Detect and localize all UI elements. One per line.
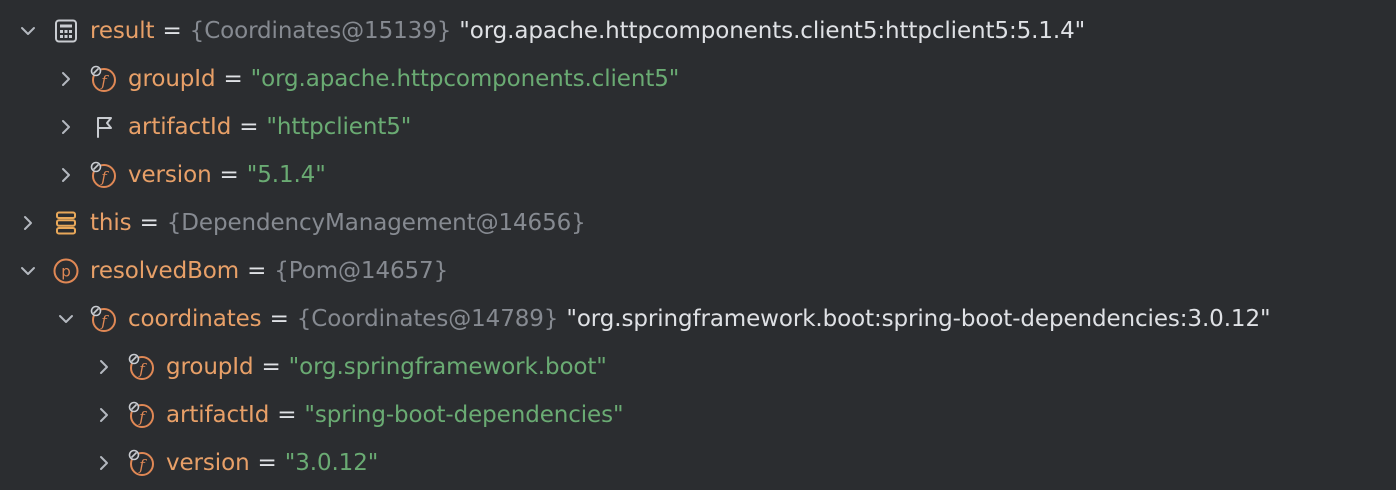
equals-sign: = [223,66,243,92]
tree-row-version[interactable]: f version = "5.1.4" [0,151,1396,199]
tree-row-this[interactable]: this = {DependencyManagement@14656} [0,199,1396,247]
equals-sign: = [139,210,159,236]
variable-name: this [90,210,132,236]
variable-type: {Pom@14657} [274,258,449,284]
variable-name: version [128,162,212,188]
variable-value: "5.1.4" [246,162,326,188]
variable-name: coordinates [128,306,262,332]
variable-value: "httpclient5" [266,114,412,140]
svg-text:f: f [138,408,147,426]
variable-type: {Coordinates@14789} [296,306,559,332]
svg-text:f: f [100,72,109,90]
variable-name: artifactId [166,402,270,428]
equals-sign: = [269,306,289,332]
variable-value: "org.springframework.boot:spring-boot-de… [566,306,1271,332]
svg-text:f: f [138,456,147,474]
equals-sign: = [257,450,277,476]
chevron-right-icon[interactable] [56,69,76,89]
variable-type: {DependencyManagement@14656} [166,210,586,236]
svg-text:f: f [100,168,109,186]
variable-name: version [166,450,250,476]
svg-text:f: f [138,360,147,378]
chevron-down-icon[interactable] [18,21,38,41]
tree-row-version-nested[interactable]: f version = "3.0.12" [0,439,1396,487]
variable-value: "org.apache.httpcomponents.client5" [250,66,680,92]
final-field-icon: f [90,65,118,93]
svg-text:p: p [61,263,70,281]
tree-row-artifactid-nested[interactable]: f artifactId = "spring-boot-dependencies… [0,391,1396,439]
equals-sign: = [277,402,297,428]
variable-value: "org.springframework.boot" [288,354,607,380]
variable-name: resolvedBom [90,258,240,284]
final-field-icon: f [90,305,118,333]
final-field-icon: f [128,353,156,381]
chevron-right-icon[interactable] [56,117,76,137]
chevron-right-icon[interactable] [94,405,114,425]
svg-text:f: f [100,312,109,330]
chevron-down-icon[interactable] [18,261,38,281]
stack-icon [52,209,80,237]
variable-name: groupId [166,354,254,380]
tree-row-coordinates[interactable]: f coordinates = {Coordinates@14789} "org… [0,295,1396,343]
chevron-down-icon[interactable] [56,309,76,329]
chevron-right-icon[interactable] [18,213,38,233]
variable-name: result [90,18,155,44]
final-field-icon: f [128,449,156,477]
equals-sign: = [219,162,239,188]
tree-row-result[interactable]: result = {Coordinates@15139} "org.apache… [0,7,1396,55]
flag-icon [90,113,118,141]
equals-sign: = [162,18,182,44]
chevron-right-icon[interactable] [94,453,114,473]
debugger-variables-tree: result = {Coordinates@15139} "org.apache… [0,0,1396,490]
final-field-icon: f [90,161,118,189]
tree-row-groupid-nested[interactable]: f groupId = "org.springframework.boot" [0,343,1396,391]
variable-value: "spring-boot-dependencies" [304,402,624,428]
tree-row-artifactid[interactable]: artifactId = "httpclient5" [0,103,1396,151]
calculator-icon [52,17,80,45]
chevron-right-icon[interactable] [94,357,114,377]
final-field-icon: f [128,401,156,429]
variable-value: "3.0.12" [284,450,379,476]
property-icon: p [52,257,80,285]
equals-sign: = [239,114,259,140]
variable-name: artifactId [128,114,232,140]
variable-name: groupId [128,66,216,92]
tree-row-groupid[interactable]: f groupId = "org.apache.httpcomponents.c… [0,55,1396,103]
equals-sign: = [247,258,267,284]
equals-sign: = [261,354,281,380]
tree-row-resolvedbom[interactable]: p resolvedBom = {Pom@14657} [0,247,1396,295]
variable-value: "org.apache.httpcomponents.client5:httpc… [459,18,1086,44]
chevron-right-icon[interactable] [56,165,76,185]
variable-type: {Coordinates@15139} [189,18,452,44]
